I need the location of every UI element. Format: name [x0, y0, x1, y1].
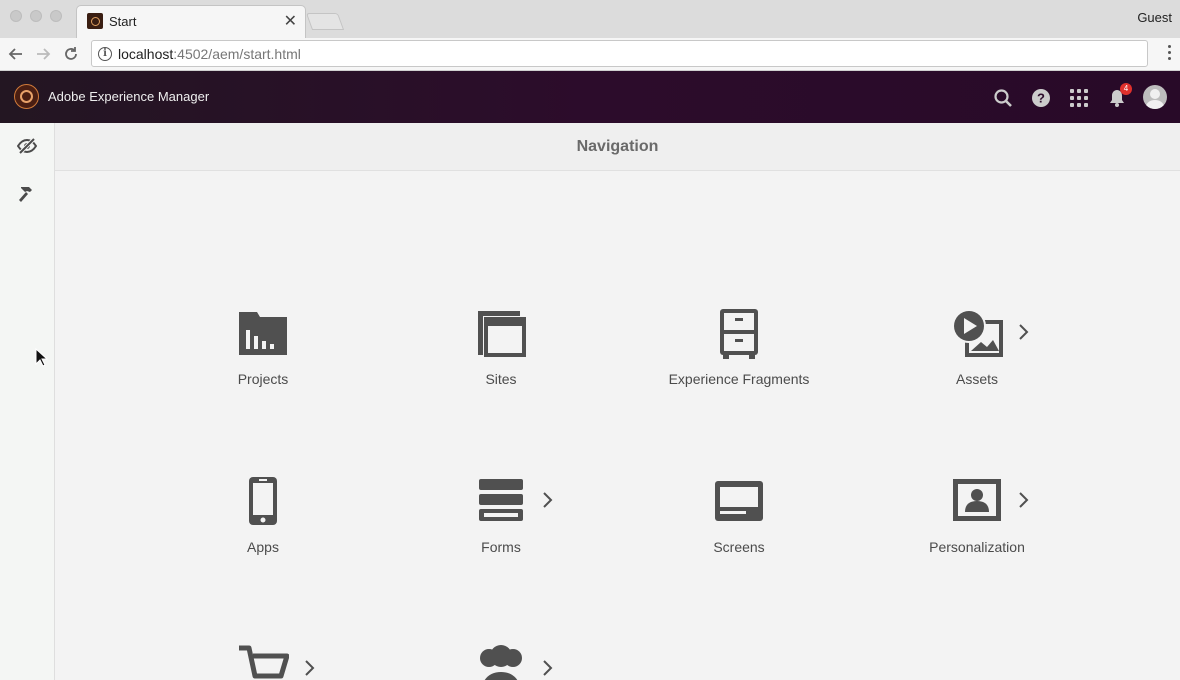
- screens-icon: [715, 481, 763, 521]
- tile-commerce[interactable]: [173, 644, 353, 680]
- tile-sites[interactable]: Sites: [411, 308, 591, 408]
- solutions-grid-icon[interactable]: [1068, 87, 1090, 109]
- tab-close-icon[interactable]: ✕: [284, 11, 297, 31]
- assets-icon: [952, 309, 1003, 357]
- bell-icon[interactable]: 4: [1106, 83, 1132, 109]
- tile-label: Projects: [237, 371, 289, 387]
- browser-toolbar: i localhost:4502/aem/start.html: [0, 38, 1180, 71]
- tile-label: Screens: [713, 539, 765, 555]
- browser-tabstrip: Start ✕ Guest: [0, 0, 1180, 38]
- mouse-cursor-icon: [35, 348, 49, 367]
- reload-icon[interactable]: [60, 43, 82, 65]
- experience-fragments-icon: [720, 309, 758, 359]
- aem-shell-header: Adobe Experience Manager ? 4: [0, 71, 1180, 123]
- tile-label: Experience Fragments: [668, 371, 810, 387]
- site-info-icon[interactable]: i: [98, 47, 112, 61]
- forward-arrow-icon[interactable]: [32, 43, 54, 65]
- browser-tab-start[interactable]: Start ✕: [76, 5, 306, 38]
- chevron-right-icon: [543, 492, 553, 508]
- tools-hammer-icon[interactable]: [16, 183, 38, 205]
- guest-profile-label[interactable]: Guest: [1137, 10, 1172, 25]
- personalization-icon: [953, 479, 1001, 521]
- apps-icon: [249, 477, 277, 525]
- tile-label: Apps: [247, 539, 279, 555]
- projects-icon: [239, 312, 287, 355]
- svg-text:?: ?: [1037, 91, 1045, 106]
- communities-icon: [480, 645, 522, 680]
- tile-label: Sites: [485, 371, 517, 387]
- close-window-button[interactable]: [10, 10, 22, 22]
- navigation-eye-icon[interactable]: [16, 135, 38, 157]
- back-arrow-icon[interactable]: [5, 43, 27, 65]
- new-tab-button[interactable]: [305, 13, 345, 30]
- aem-logo-icon[interactable]: [14, 84, 39, 109]
- address-bar[interactable]: i localhost:4502/aem/start.html: [91, 40, 1148, 67]
- tile-apps[interactable]: Apps: [173, 476, 353, 576]
- sites-icon: [478, 311, 526, 357]
- tab-title: Start: [109, 14, 137, 29]
- maximize-window-button[interactable]: [50, 10, 62, 22]
- url-text: localhost:4502/aem/start.html: [118, 46, 301, 62]
- chevron-right-icon: [1019, 492, 1029, 508]
- app-title[interactable]: Adobe Experience Manager: [48, 89, 209, 104]
- search-icon[interactable]: [992, 87, 1014, 109]
- tile-forms[interactable]: Forms: [411, 476, 591, 576]
- user-avatar[interactable]: [1143, 85, 1167, 109]
- left-rail: [0, 123, 55, 680]
- tile-label: Personalization: [929, 539, 1025, 555]
- forms-icon: [479, 479, 523, 521]
- tile-experience-fragments[interactable]: Experience Fragments: [649, 308, 829, 408]
- browser-menu-icon[interactable]: [1168, 45, 1172, 63]
- navigation-title-bar: Navigation: [55, 123, 1180, 171]
- tile-personalization[interactable]: Personalization: [887, 476, 1067, 576]
- minimize-window-button[interactable]: [30, 10, 42, 22]
- notification-badge: 4: [1120, 83, 1132, 95]
- tile-screens[interactable]: Screens: [649, 476, 829, 576]
- tile-label: Assets: [955, 371, 998, 387]
- page-title: Navigation: [576, 138, 659, 155]
- chevron-right-icon: [543, 660, 553, 676]
- tile-label: Forms: [481, 539, 521, 555]
- tile-projects[interactable]: Projects: [173, 308, 353, 408]
- commerce-cart-icon: [239, 645, 289, 679]
- aem-favicon-icon: [87, 13, 103, 29]
- tile-communities[interactable]: [411, 644, 591, 680]
- chevron-right-icon: [305, 660, 315, 676]
- tile-assets[interactable]: Assets: [887, 308, 1067, 408]
- help-icon[interactable]: ?: [1030, 87, 1052, 109]
- chevron-right-icon: [1019, 324, 1029, 340]
